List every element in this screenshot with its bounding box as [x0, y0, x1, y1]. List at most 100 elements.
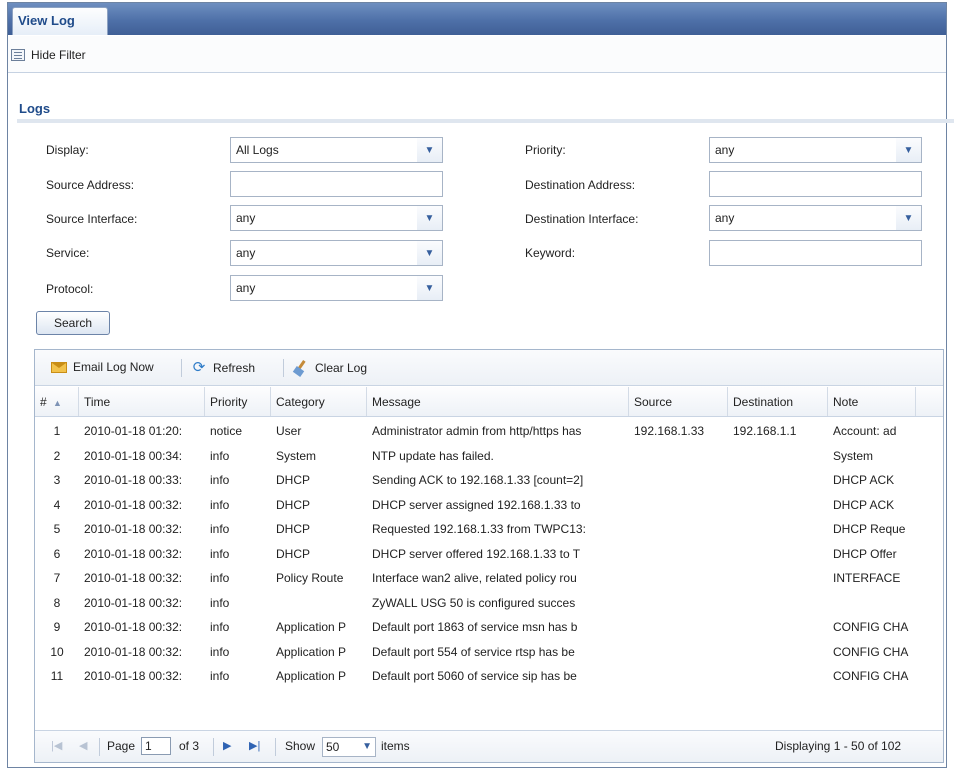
chevron-down-icon[interactable]: ▼: [416, 138, 442, 162]
cell-time: 2010-01-18 00:32:: [84, 669, 183, 683]
table-row[interactable]: 11 2010-01-18 00:32: info Application P Defa…: [35, 663, 943, 688]
priority-value: any: [715, 143, 735, 157]
cell-source: [629, 663, 728, 687]
cell-priority: info: [210, 644, 230, 659]
cell-source: [629, 639, 728, 663]
cell-row-number: 1: [53, 424, 61, 438]
chevron-down-icon[interactable]: ▼: [895, 138, 921, 162]
column-header-number[interactable]: # ▲: [35, 387, 79, 416]
chevron-down-icon[interactable]: ▼: [416, 206, 442, 230]
keyword-input[interactable]: [709, 240, 922, 266]
table-row[interactable]: 2 2010-01-18 00:34: info System NTP update h…: [35, 443, 943, 468]
cell-priority: info: [210, 522, 230, 536]
destination-interface-select[interactable]: any ▼: [709, 205, 922, 231]
cell-category: Application P: [276, 620, 347, 634]
protocol-select[interactable]: any ▼: [230, 275, 443, 301]
column-header-message[interactable]: Message: [367, 387, 629, 416]
grid-body: 1 2010-01-18 01:20: notice User Administrato…: [35, 418, 943, 688]
column-header-priority[interactable]: Priority: [205, 387, 271, 416]
column-header-note[interactable]: Note: [828, 387, 916, 416]
displaying-status: Displaying 1 - 50 of 102: [775, 739, 902, 753]
refresh-button[interactable]: ⟳ Refresh: [191, 360, 255, 376]
cell-source: [629, 467, 728, 491]
column-header-destination[interactable]: Destination: [728, 387, 828, 416]
cell-priority: info: [210, 546, 230, 561]
table-row[interactable]: 5 2010-01-18 00:32: info DHCP Requested 192.…: [35, 516, 943, 541]
table-row[interactable]: 9 2010-01-18 00:32: info Application P Defau…: [35, 614, 943, 639]
table-row[interactable]: 4 2010-01-18 00:32: info DHCP DHCP server as…: [35, 492, 943, 517]
cell-row-number: 10: [50, 644, 64, 659]
items-label: items: [381, 739, 410, 753]
previous-page-icon: ◀: [79, 740, 88, 752]
table-row[interactable]: 10 2010-01-18 00:32: info Application P Defa…: [35, 639, 943, 664]
next-page-icon: ▶: [223, 740, 232, 752]
email-log-label: Email Log Now: [73, 360, 154, 374]
table-row[interactable]: 7 2010-01-18 00:32: info Policy Route Interf…: [35, 565, 943, 590]
protocol-value: any: [236, 281, 256, 295]
source-interface-select[interactable]: any ▼: [230, 205, 443, 231]
email-log-button[interactable]: Email Log Now: [51, 360, 154, 374]
service-value: any: [236, 246, 256, 260]
table-row[interactable]: 3 2010-01-18 00:33: info DHCP Sending ACK to…: [35, 467, 943, 492]
pager-divider: [99, 738, 100, 756]
page-number-input[interactable]: 1: [141, 737, 171, 755]
cell-source: [629, 614, 728, 638]
column-header-time[interactable]: Time: [79, 387, 205, 416]
cell-category: Application P: [276, 644, 347, 659]
chevron-down-icon[interactable]: ▼: [362, 741, 372, 752]
cell-destination: [728, 639, 828, 663]
cell-category: DHCP: [276, 473, 311, 487]
destination-address-input[interactable]: [709, 171, 922, 197]
display-select[interactable]: All Logs ▼: [230, 137, 443, 163]
tab-bar: View Log: [8, 3, 946, 35]
page-size-select[interactable]: 50 ▼: [322, 737, 376, 757]
cell-note: CONFIG CHA: [833, 644, 909, 659]
previous-page-button[interactable]: ◀: [79, 739, 87, 752]
display-label: Display:: [46, 143, 89, 157]
refresh-label: Refresh: [213, 361, 256, 375]
last-page-button[interactable]: ▶|: [249, 739, 260, 752]
next-page-button[interactable]: ▶: [223, 739, 231, 752]
column-header-category[interactable]: Category: [271, 387, 367, 416]
section-divider: [17, 119, 954, 123]
cell-message: Default port 5060 of service sip has be: [372, 669, 577, 683]
first-page-button[interactable]: |◀: [51, 739, 62, 752]
table-row[interactable]: 8 2010-01-18 00:32: info ZyWALL USG 50 is c…: [35, 590, 943, 615]
cell-message: Default port 1863 of service msn has b: [372, 620, 578, 634]
cell-source: [629, 590, 728, 614]
table-row[interactable]: 6 2010-01-18 00:32: info DHCP DHCP server of…: [35, 541, 943, 566]
cell-message: Interface wan2 alive, related policy rou: [372, 571, 577, 585]
table-row[interactable]: 1 2010-01-18 01:20: notice User Administrato…: [35, 418, 943, 443]
cell-category: DHCP: [276, 497, 311, 512]
cell-priority: notice: [210, 424, 243, 438]
cell-time: 2010-01-18 00:33:: [84, 473, 183, 487]
source-address-input[interactable]: [230, 171, 443, 197]
destination-address-label: Destination Address:: [525, 178, 636, 192]
hide-filter-label: Hide Filter: [31, 48, 86, 62]
page-size-value: 50: [326, 740, 340, 754]
chevron-down-icon[interactable]: ▼: [416, 241, 442, 265]
cell-note: DHCP Reque: [833, 522, 906, 536]
column-label: #: [40, 395, 47, 409]
cell-note: Account: ad: [833, 424, 897, 438]
source-address-label: Source Address:: [46, 178, 135, 192]
priority-label: Priority:: [525, 143, 566, 157]
tab-view-log[interactable]: View Log: [12, 7, 108, 35]
cell-source: 192.168.1.33: [634, 424, 705, 438]
hide-filter-button[interactable]: Hide Filter: [11, 48, 86, 62]
service-select[interactable]: any ▼: [230, 240, 443, 266]
cell-priority: info: [210, 669, 230, 683]
envelope-icon: [51, 361, 67, 373]
last-page-icon: ▶|: [249, 740, 261, 752]
cell-destination: [728, 590, 828, 614]
clear-log-button[interactable]: Clear Log: [293, 360, 367, 376]
chevron-down-icon[interactable]: ▼: [416, 276, 442, 300]
chevron-down-icon[interactable]: ▼: [895, 206, 921, 230]
destination-interface-label: Destination Interface:: [525, 212, 639, 226]
priority-select[interactable]: any ▼: [709, 137, 922, 163]
column-header-source[interactable]: Source: [629, 387, 728, 416]
page-number-field[interactable]: 1: [141, 737, 171, 755]
cell-message: Requested 192.168.1.33 from TWPC13:: [372, 522, 586, 536]
search-button[interactable]: Search: [36, 311, 110, 335]
cell-priority: info: [210, 497, 230, 512]
